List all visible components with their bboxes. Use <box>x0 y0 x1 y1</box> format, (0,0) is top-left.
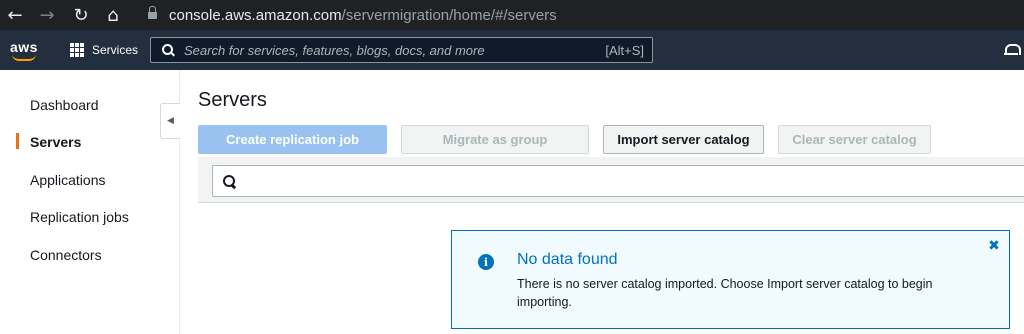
search-icon <box>223 175 236 188</box>
sidebar-item-dashboard[interactable]: Dashboard <box>30 97 99 113</box>
server-search-input[interactable] <box>212 165 1024 197</box>
address-bar[interactable]: console.aws.amazon.com/servermigration/h… <box>140 0 1024 30</box>
global-search-placeholder: Search for services, features, blogs, do… <box>184 42 485 58</box>
browser-toolbar: ← → ↻ ⌂ console.aws.amazon.com/servermig… <box>0 0 1024 30</box>
sidebar-item-applications[interactable]: Applications <box>30 172 106 188</box>
sidebar-item-replication-jobs[interactable]: Replication jobs <box>30 209 129 225</box>
alert-title: No data found <box>517 251 618 268</box>
sidebar-item-connectors[interactable]: Connectors <box>30 247 102 263</box>
import-server-catalog-button[interactable]: Import server catalog <box>603 125 764 154</box>
url-text: console.aws.amazon.com/servermigration/h… <box>169 7 557 24</box>
home-icon[interactable]: ⌂ <box>102 0 124 30</box>
migrate-as-group-button[interactable]: Migrate as group <box>401 125 589 154</box>
services-button[interactable]: Services <box>70 40 138 60</box>
close-icon[interactable]: ✖ <box>986 238 1002 254</box>
clear-server-catalog-button[interactable]: Clear server catalog <box>778 125 931 154</box>
url-host: console.aws.amazon.com <box>169 6 342 24</box>
sidebar-item-servers[interactable]: Servers <box>30 134 81 150</box>
sidebar-collapse-toggle[interactable]: ◀ <box>160 103 180 139</box>
search-icon <box>162 44 174 56</box>
url-path: /servermigration/home/#/servers <box>341 6 557 24</box>
info-alert: i No data found There is no server catal… <box>451 230 1010 329</box>
page-title: Servers <box>198 89 267 111</box>
active-indicator <box>16 133 19 149</box>
aws-logo[interactable]: aws <box>9 38 43 62</box>
info-icon: i <box>478 254 494 270</box>
services-label: Services <box>92 43 139 57</box>
aws-smile-icon <box>12 54 36 61</box>
caret-left-icon: ◀ <box>167 116 174 126</box>
grid-icon <box>70 43 84 57</box>
global-search-input[interactable]: Search for services, features, blogs, do… <box>150 37 653 63</box>
lock-icon[interactable] <box>148 6 157 20</box>
create-replication-job-button[interactable]: Create replication job <box>198 125 387 154</box>
reload-icon[interactable]: ↻ <box>70 0 92 30</box>
back-arrow-icon[interactable]: ← <box>4 0 26 30</box>
aws-logo-text: aws <box>10 39 38 55</box>
forward-arrow-icon[interactable]: → <box>36 0 58 30</box>
alert-message: There is no server catalog imported. Cho… <box>517 277 933 309</box>
bell-icon[interactable] <box>1004 43 1021 57</box>
aws-top-nav: aws Services Search for services, featur… <box>0 30 1024 70</box>
table-filter-bar <box>198 157 1024 203</box>
search-shortcut-hint: [Alt+S] <box>605 42 644 58</box>
